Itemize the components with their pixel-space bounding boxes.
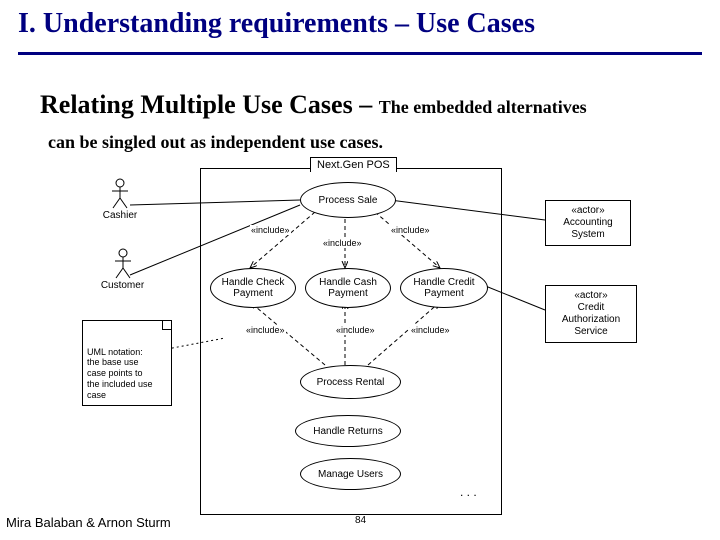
actor-customer: Customer [95, 248, 150, 291]
subtitle: Relating Multiple Use Cases – The embedd… [40, 90, 690, 120]
page-number: 84 [355, 515, 366, 526]
uc-handle-returns: Handle Returns [295, 415, 401, 447]
actor-name: Credit Authorization Service [552, 302, 630, 338]
uc-handle-check: Handle Check Payment [210, 268, 296, 308]
uc-handle-cash: Handle Cash Payment [305, 268, 391, 308]
include-label: «include» [250, 225, 291, 235]
include-label: «include» [322, 238, 363, 248]
stereo: «actor» [552, 205, 624, 217]
include-label: «include» [410, 325, 451, 335]
actor-customer-label: Customer [95, 280, 150, 291]
include-label: «include» [335, 325, 376, 335]
note-ear-icon [162, 321, 171, 330]
subtitle-bold: Relating Multiple Use Cases – [40, 90, 379, 119]
uml-note: UML notation: the base use case points t… [82, 320, 172, 406]
stick-figure-icon [110, 178, 130, 210]
title-rule [18, 52, 702, 55]
actor-cashier-label: Cashier [95, 210, 145, 221]
actor-accounting: «actor» Accounting System [545, 200, 631, 246]
ellipsis: . . . [460, 485, 477, 499]
system-label: Next.Gen POS [310, 157, 397, 172]
uc-process-rental: Process Rental [300, 365, 401, 399]
slide-title: I. Understanding requirements – Use Case… [18, 8, 535, 40]
include-label: «include» [390, 225, 431, 235]
actor-cashier: Cashier [95, 178, 145, 221]
stick-figure-icon [113, 248, 133, 280]
subtitle-tail: The embedded alternatives [379, 97, 587, 117]
uc-process-sale: Process Sale [300, 182, 396, 218]
actor-credit-auth: «actor» Credit Authorization Service [545, 285, 637, 343]
use-case-diagram: Next.Gen POS Cashier [90, 160, 650, 520]
uc-manage-users: Manage Users [300, 458, 401, 490]
subtitle-line2: can be singled out as independent use ca… [48, 132, 383, 153]
include-label: «include» [245, 325, 286, 335]
actor-name: Accounting System [552, 217, 624, 241]
slide-footer: Mira Balaban & Arnon Sturm [6, 515, 171, 530]
stereo: «actor» [552, 290, 630, 302]
note-text: UML notation: the base use case points t… [87, 347, 153, 400]
uc-handle-credit: Handle Credit Payment [400, 268, 488, 308]
